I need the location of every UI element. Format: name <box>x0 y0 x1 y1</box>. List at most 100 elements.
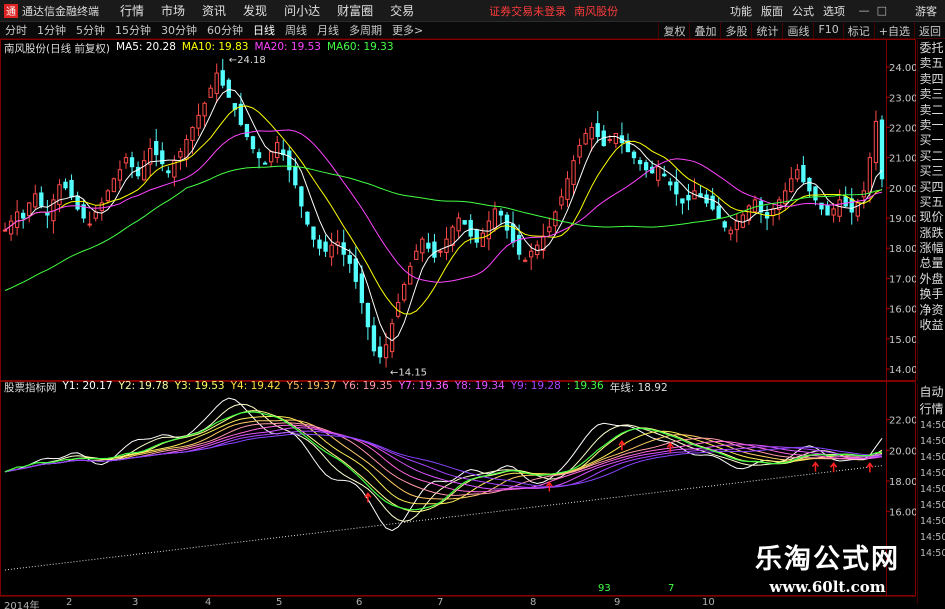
buy-signal-arrow <box>866 462 874 473</box>
menu-discover[interactable]: 发现 <box>243 2 267 19</box>
candle-body <box>123 157 129 164</box>
ma10-value: MA10: 19.83 <box>181 41 249 53</box>
indicator-legend: 股票指标网 Y1: 20.17 Y2: 19.78 Y3: 19.53 Y4: … <box>4 380 668 394</box>
chart-tools: 复权 叠加 多股 统计 画线 F10 标记 +自选 返回 <box>658 22 945 39</box>
auto-button[interactable]: 自动 <box>918 384 945 401</box>
candle-body <box>589 126 594 140</box>
quote-turnover: 换手 <box>919 287 944 302</box>
quote-ask3[interactable]: 卖三 <box>918 87 945 102</box>
tool-f10[interactable]: F10 <box>813 22 842 39</box>
period-multi[interactable]: 多周期 <box>344 22 387 38</box>
candle-body <box>789 178 794 192</box>
period-intraday[interactable]: 分时 <box>0 22 32 38</box>
y10-value: : 19.36 <box>566 380 604 392</box>
buy-signal-arrow <box>811 461 820 472</box>
tool-adjust[interactable]: 复权 <box>658 22 689 39</box>
candle-body <box>474 229 479 243</box>
candle-body <box>516 234 522 255</box>
candle-body <box>643 162 649 171</box>
menu-layout[interactable]: 版面 <box>761 3 783 19</box>
candle-body <box>674 181 679 195</box>
candle-body <box>63 181 68 189</box>
menu-formula[interactable]: 公式 <box>792 3 814 19</box>
tool-back[interactable]: 返回 <box>914 22 945 39</box>
candle-body <box>402 283 407 301</box>
candle-body <box>45 212 50 216</box>
period-1min[interactable]: 1分钟 <box>32 22 71 38</box>
menu-ask[interactable]: 问小达 <box>284 2 320 19</box>
quote-ask2[interactable]: 卖二 <box>918 103 945 118</box>
ind-tick-label: 20.00 <box>889 446 916 457</box>
menu-quotes[interactable]: 行情 <box>120 2 144 19</box>
candle-body <box>256 152 262 159</box>
quote-bid5[interactable]: 买五 <box>918 195 945 210</box>
period-weekly[interactable]: 周线 <box>280 22 312 38</box>
quote-ask5[interactable]: 卖五 <box>918 56 945 71</box>
candle-body <box>565 178 570 200</box>
maximize-icon[interactable]: □ <box>877 4 887 17</box>
quote-panel: 委托 卖五 卖四 卖三 卖二 卖一 买一 买二 买三 买四 买五 现价 涨跌 涨… <box>917 41 945 381</box>
menu-wealth[interactable]: 财富圈 <box>337 2 373 19</box>
menu-functions[interactable]: 功能 <box>730 3 752 19</box>
tool-stats[interactable]: 统计 <box>751 22 782 39</box>
candle-body <box>879 119 885 180</box>
candle-body <box>359 273 365 304</box>
tool-add-watchlist[interactable]: +自选 <box>873 22 914 39</box>
candle-body <box>268 151 274 163</box>
period-daily[interactable]: 日线 <box>248 22 280 38</box>
watermark: 乐淘公式网 www.60lt.com <box>740 537 915 596</box>
period-monthly[interactable]: 月线 <box>312 22 344 38</box>
period-15min[interactable]: 15分钟 <box>110 22 156 38</box>
menu-trade[interactable]: 交易 <box>390 2 414 19</box>
candle-body <box>214 72 219 94</box>
tick-time: 14:50 <box>920 516 945 527</box>
candle-body <box>553 211 558 227</box>
tool-multi-stock[interactable]: 多股 <box>720 22 751 39</box>
date-label: 7 <box>437 597 444 608</box>
quote-bid4[interactable]: 买四 <box>918 180 945 195</box>
period-5min[interactable]: 5分钟 <box>71 22 110 38</box>
candle-body <box>154 141 159 156</box>
kline-chart[interactable]: 24.00 23.00 22.00 21.00 20.00 19.00 18.00 17.00… <box>0 39 916 596</box>
login-notice[interactable]: 证券交易未登录 <box>489 3 566 19</box>
date-label: 8 <box>530 597 537 608</box>
quote-ask4[interactable]: 卖四 <box>918 72 945 87</box>
candle-body <box>529 250 534 258</box>
ind-tick-label: 16.00 <box>889 508 916 519</box>
indicator-name[interactable]: 股票指标网 <box>4 380 57 394</box>
candle-body <box>843 196 848 207</box>
title-bar: 通 通达信金融终端 行情 市场 资讯 发现 问小达 财富圈 交易 证券交易未登录… <box>0 0 945 22</box>
watermark-title: 乐淘公式网 <box>755 544 900 575</box>
main-chart-legend: 南风股份(日线 前复权) MA5: 20.28 MA10: 19.83 MA20… <box>4 41 394 55</box>
quote-ask1[interactable]: 卖一 <box>918 118 945 133</box>
tool-mark[interactable]: 标记 <box>842 22 874 39</box>
tool-draw[interactable]: 画线 <box>782 22 813 39</box>
indicator-band-line <box>4 397 883 532</box>
candle-body <box>752 199 758 213</box>
candle-body <box>486 220 492 240</box>
menu-options[interactable]: 选项 <box>823 3 845 19</box>
period-60min[interactable]: 60分钟 <box>202 22 248 38</box>
menu-market[interactable]: 市场 <box>161 2 185 19</box>
candle-body <box>710 195 715 210</box>
tool-overlay[interactable]: 叠加 <box>689 22 720 39</box>
candle-body <box>8 220 14 235</box>
quotes-button[interactable]: 行情 <box>918 401 945 418</box>
tick-time: 14:50 <box>920 436 945 447</box>
candle-body <box>716 205 721 219</box>
quote-bid1[interactable]: 买一 <box>918 133 945 148</box>
candle-body <box>420 238 425 254</box>
candle-body <box>831 208 836 216</box>
period-more[interactable]: 更多> <box>387 22 428 38</box>
quote-bid2[interactable]: 买二 <box>918 149 945 164</box>
minimize-icon[interactable]: — <box>859 4 870 17</box>
candle-body <box>607 139 612 142</box>
candle-body <box>69 180 74 198</box>
menu-news[interactable]: 资讯 <box>202 2 226 19</box>
quote-bid3[interactable]: 买三 <box>918 164 945 179</box>
y6-value: Y6: 19.35 <box>342 380 393 392</box>
period-30min[interactable]: 30分钟 <box>156 22 202 38</box>
quote-commission[interactable]: 委托 <box>918 41 945 56</box>
guest-label[interactable]: 游客 <box>915 3 937 19</box>
buy-signal-arrow <box>364 492 372 503</box>
